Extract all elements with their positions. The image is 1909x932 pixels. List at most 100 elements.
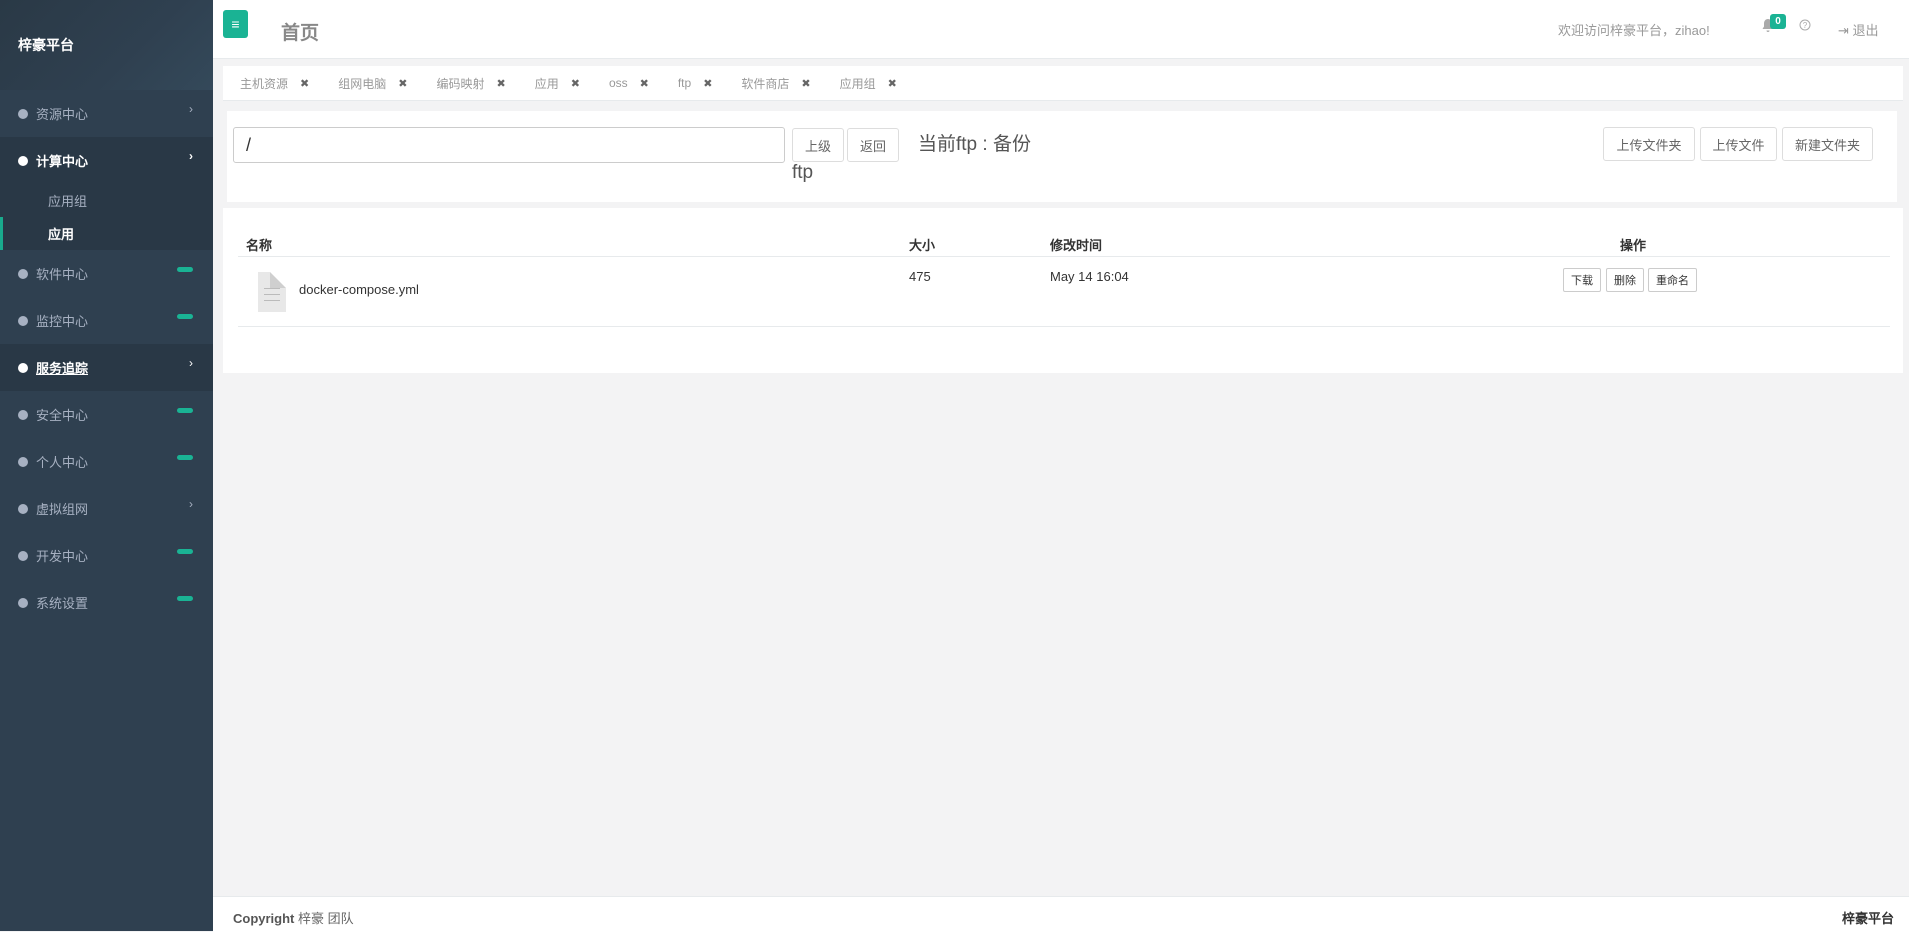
sidebar-item-personal-center[interactable]: 个人中心 bbox=[0, 438, 213, 485]
status-badge bbox=[177, 408, 193, 413]
page-tabs: 主机资源 ✖ 组网电脑 ✖ 编码映射 ✖ 应用 ✖ oss ✖ ftp ✖ 软件商店 ✖ 应用… bbox=[223, 66, 1903, 101]
file-modified: May 14 16:04 bbox=[1050, 269, 1129, 284]
upload-folder-button[interactable]: 上传文件夹 bbox=[1603, 127, 1695, 161]
path-input[interactable]: / bbox=[233, 127, 785, 163]
table-header: 名称 大小 修改时间 操作 bbox=[238, 231, 1890, 257]
new-folder-button[interactable]: 新建文件夹 bbox=[1782, 127, 1873, 161]
column-name: 名称 bbox=[246, 238, 273, 253]
sidebar-item-compute-center[interactable]: 计算中心 › bbox=[0, 137, 213, 184]
tab-label: oss bbox=[608, 76, 628, 90]
page-title: 首页 bbox=[281, 23, 320, 44]
sidebar-subitem-app[interactable]: 应用 bbox=[0, 217, 213, 250]
status-badge bbox=[177, 596, 193, 601]
tab-label: 应用组 bbox=[839, 76, 876, 91]
copyright-text: 梓豪 团队 bbox=[298, 911, 354, 926]
up-level-button[interactable]: 上级 bbox=[792, 128, 844, 162]
sidebar-item-virtual-network[interactable]: 虚拟组网 › bbox=[0, 485, 213, 532]
current-ftp-label: 当前ftp : 备份 bbox=[918, 134, 1031, 155]
tab-label: 编码映射 bbox=[436, 76, 485, 91]
tab-host-resources[interactable]: 主机资源 ✖ bbox=[223, 75, 309, 92]
notification-count-badge: 0 bbox=[1770, 14, 1786, 29]
file-name[interactable]: docker-compose.yml bbox=[299, 282, 419, 297]
chevron-right-icon: › bbox=[189, 149, 193, 163]
globe-icon bbox=[18, 108, 28, 119]
file-table: 名称 大小 修改时间 操作 docker-compose.yml 475 May… bbox=[223, 208, 1903, 373]
welcome-message: 欢迎访问梓豪平台，zihao! bbox=[1558, 23, 1710, 38]
file-size: 475 bbox=[909, 269, 931, 284]
table-row[interactable]: docker-compose.yml 475 May 14 16:04 下载 删… bbox=[238, 258, 1890, 327]
sidebar: 梓豪平台 资源中心 › 计算中心 › 应用组 应用 软件中心 监控中心 服务追踪… bbox=[0, 0, 213, 931]
close-icon[interactable]: ✖ bbox=[801, 77, 810, 90]
globe-icon bbox=[18, 268, 28, 279]
sidebar-item-resource-center[interactable]: 资源中心 › bbox=[0, 90, 213, 137]
rename-button[interactable]: 重命名 bbox=[1648, 268, 1697, 292]
file-icon bbox=[258, 272, 286, 312]
tab-ftp[interactable]: ftp ✖ bbox=[661, 76, 713, 90]
sidebar-item-service-tracing[interactable]: 服务追踪 › bbox=[0, 344, 213, 391]
chevron-right-icon: › bbox=[189, 356, 193, 370]
logout-button[interactable]: ⇥ 退出 bbox=[1838, 20, 1879, 39]
chevron-right-icon: › bbox=[189, 497, 193, 511]
sidebar-item-software-center[interactable]: 软件中心 bbox=[0, 250, 213, 297]
svg-text:?: ? bbox=[1803, 21, 1808, 30]
sidebar-item-label: 虚拟组网 bbox=[36, 502, 89, 517]
help-icon[interactable]: ? bbox=[1799, 19, 1811, 34]
logout-label: 退出 bbox=[1852, 23, 1879, 38]
close-icon[interactable]: ✖ bbox=[496, 77, 505, 90]
sidebar-item-label: 系统设置 bbox=[36, 596, 89, 611]
sidebar-subnav: 应用组 应用 bbox=[0, 184, 213, 250]
sidebar-item-monitor-center[interactable]: 监控中心 bbox=[0, 297, 213, 344]
sidebar-subitem-app-group[interactable]: 应用组 bbox=[0, 184, 213, 217]
sidebar-item-label: 开发中心 bbox=[36, 549, 89, 564]
status-badge bbox=[177, 549, 193, 554]
sidebar-item-label: 资源中心 bbox=[36, 107, 89, 122]
globe-icon bbox=[18, 155, 28, 166]
sidebar-item-security-center[interactable]: 安全中心 bbox=[0, 391, 213, 438]
close-icon[interactable]: ✖ bbox=[703, 77, 712, 90]
copyright: Copyright 梓豪 团队 bbox=[233, 908, 354, 927]
menu-icon: ≡ bbox=[231, 16, 240, 32]
tab-label: 应用 bbox=[534, 76, 559, 91]
sidebar-item-label: 安全中心 bbox=[36, 408, 89, 423]
globe-icon bbox=[18, 456, 28, 467]
delete-button[interactable]: 删除 bbox=[1606, 268, 1644, 292]
sidebar-item-system-settings[interactable]: 系统设置 bbox=[0, 579, 213, 626]
brand-title: 梓豪平台 bbox=[0, 0, 213, 90]
tab-software-store[interactable]: 软件商店 ✖ bbox=[724, 75, 810, 92]
tab-label: 组网电脑 bbox=[338, 76, 387, 91]
column-modified: 修改时间 bbox=[1050, 238, 1103, 253]
status-badge bbox=[177, 455, 193, 460]
top-navbar: ≡ 首页 欢迎访问梓豪平台，zihao! 0 ? ⇥ 退出 bbox=[213, 0, 1909, 59]
close-icon[interactable]: ✖ bbox=[640, 77, 649, 90]
status-badge bbox=[177, 314, 193, 319]
sidebar-item-label: 监控中心 bbox=[36, 314, 89, 329]
tab-label: ftp bbox=[677, 76, 692, 90]
sidebar-item-label: 个人中心 bbox=[36, 455, 89, 470]
ftp-toolbar: / 上级 返回 当前ftp : 备份 ftp 上传文件夹 上传文件 新建文件夹 bbox=[227, 111, 1897, 202]
tab-code-mapping[interactable]: 编码映射 ✖ bbox=[419, 75, 505, 92]
column-actions: 操作 bbox=[1620, 238, 1647, 253]
close-icon[interactable]: ✖ bbox=[571, 77, 580, 90]
tab-app[interactable]: 应用 ✖ bbox=[518, 75, 580, 92]
footer-brand: 梓豪平台 bbox=[1841, 911, 1894, 926]
tab-app-group[interactable]: 应用组 ✖ bbox=[823, 75, 897, 92]
globe-icon bbox=[18, 550, 28, 561]
tab-oss[interactable]: oss ✖ bbox=[592, 76, 649, 90]
globe-icon bbox=[18, 597, 28, 608]
globe-icon bbox=[18, 315, 28, 326]
close-icon[interactable]: ✖ bbox=[398, 77, 407, 90]
column-size: 大小 bbox=[909, 238, 936, 253]
chevron-right-icon: › bbox=[189, 102, 193, 116]
footer: Copyright 梓豪 团队 梓豪平台 bbox=[213, 896, 1909, 932]
status-badge bbox=[177, 267, 193, 272]
menu-toggle-button[interactable]: ≡ bbox=[223, 10, 248, 38]
close-icon[interactable]: ✖ bbox=[888, 77, 897, 90]
tab-label: 软件商店 bbox=[741, 76, 790, 91]
sidebar-item-dev-center[interactable]: 开发中心 bbox=[0, 532, 213, 579]
back-button[interactable]: 返回 bbox=[847, 128, 899, 162]
download-button[interactable]: 下载 bbox=[1563, 268, 1601, 292]
tab-network-pc[interactable]: 组网电脑 ✖ bbox=[321, 75, 407, 92]
sidebar-item-label: 软件中心 bbox=[36, 267, 89, 282]
upload-file-button[interactable]: 上传文件 bbox=[1700, 127, 1777, 161]
close-icon[interactable]: ✖ bbox=[300, 77, 309, 90]
